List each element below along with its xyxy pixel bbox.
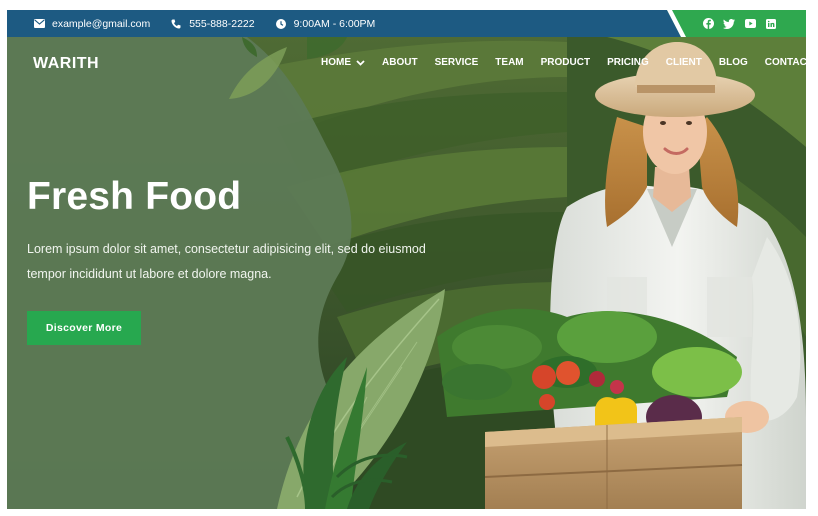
nav-home[interactable]: HOME [321,57,365,68]
email-text: example@gmail.com [52,17,151,30]
phone-text: 555-888-2222 [189,17,255,30]
nav-service[interactable]: SERVICE [435,57,479,68]
nav-contact[interactable]: CONTACT [765,57,806,68]
nav-pricing[interactable]: PRICING [607,57,649,68]
envelope-icon [33,18,45,30]
hero-description: Lorem ipsum dolor sit amet, consectetur … [27,242,426,281]
clock-icon [275,18,287,30]
youtube-icon[interactable] [744,18,756,30]
phone-info[interactable]: 555-888-2222 [170,17,255,30]
hours-text: 9:00AM - 6:00PM [293,17,376,30]
nav-team[interactable]: TEAM [495,57,523,68]
hero-title: Fresh Food [27,175,242,218]
linkedin-icon[interactable] [765,18,777,30]
nav-home-label: HOME [321,57,351,68]
facebook-icon[interactable] [702,18,714,30]
top-info-bar: example@gmail.com 555-888-2222 9:00AM - … [7,10,806,37]
phone-icon [170,18,182,30]
social-band [667,10,806,37]
discover-more-button[interactable]: Discover More [27,311,141,345]
page-frame: example@gmail.com 555-888-2222 9:00AM - … [7,10,806,509]
nav-product[interactable]: PRODUCT [541,57,590,68]
main-nav: HOME ABOUT SERVICE TEAM PRODUCT PRICING … [321,57,806,68]
email-info[interactable]: example@gmail.com [33,18,150,30]
hero-section: WARITH HOME ABOUT SERVICE TEAM PRODUCT P… [7,37,806,509]
nav-about[interactable]: ABOUT [382,57,418,68]
hours-info: 9:00AM - 6:00PM [275,17,376,30]
twitter-icon[interactable] [723,18,735,30]
chevron-down-icon [356,58,365,67]
site-logo[interactable]: WARITH [33,55,99,73]
nav-blog[interactable]: BLOG [719,57,748,68]
nav-client[interactable]: CLIENT [666,57,702,68]
